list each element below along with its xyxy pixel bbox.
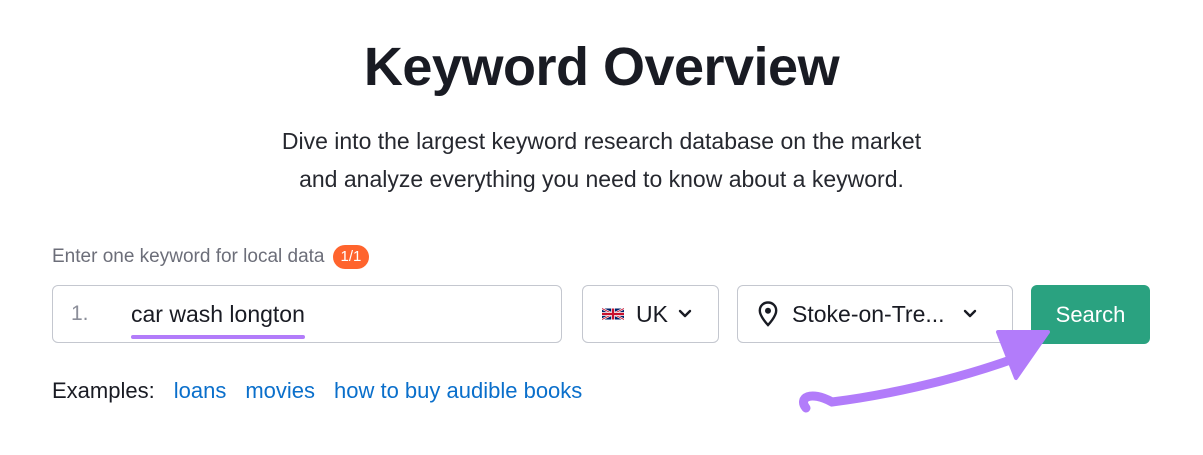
map-pin-icon xyxy=(758,301,778,327)
chevron-down-icon xyxy=(678,309,692,318)
keyword-count-badge: 1/1 xyxy=(332,245,370,269)
keyword-value-text: car wash longton xyxy=(131,300,305,327)
database-label: UK xyxy=(636,300,668,327)
example-link-audible-books[interactable]: how to buy audible books xyxy=(334,378,582,404)
subtitle-line-1: Dive into the largest keyword research d… xyxy=(281,128,922,154)
example-link-loans[interactable]: loans xyxy=(174,378,227,404)
subtitle-line-2: and analyze everything you need to know … xyxy=(299,166,904,192)
keyword-value[interactable]: car wash longton xyxy=(131,300,305,339)
page-title: Keyword Overview xyxy=(363,37,840,97)
keyword-hint-label: Enter one keyword for local data xyxy=(52,246,325,267)
annotation-arrow xyxy=(799,330,1050,413)
annotation-underline xyxy=(131,334,305,339)
keyword-input[interactable]: 1. car wash longton xyxy=(52,285,562,343)
database-select[interactable]: UK xyxy=(582,285,719,343)
page-subtitle: Dive into the largest keyword research d… xyxy=(0,122,1203,198)
examples-row: Examples: loans movies how to buy audibl… xyxy=(52,378,582,404)
examples-label: Examples: xyxy=(52,378,155,403)
chevron-down-icon xyxy=(963,309,976,318)
keyword-hint: Enter one keyword for local data 1/1 xyxy=(52,245,370,269)
keyword-row-number: 1. xyxy=(71,302,89,325)
uk-flag-icon xyxy=(602,307,624,321)
example-link-movies[interactable]: movies xyxy=(245,378,315,404)
